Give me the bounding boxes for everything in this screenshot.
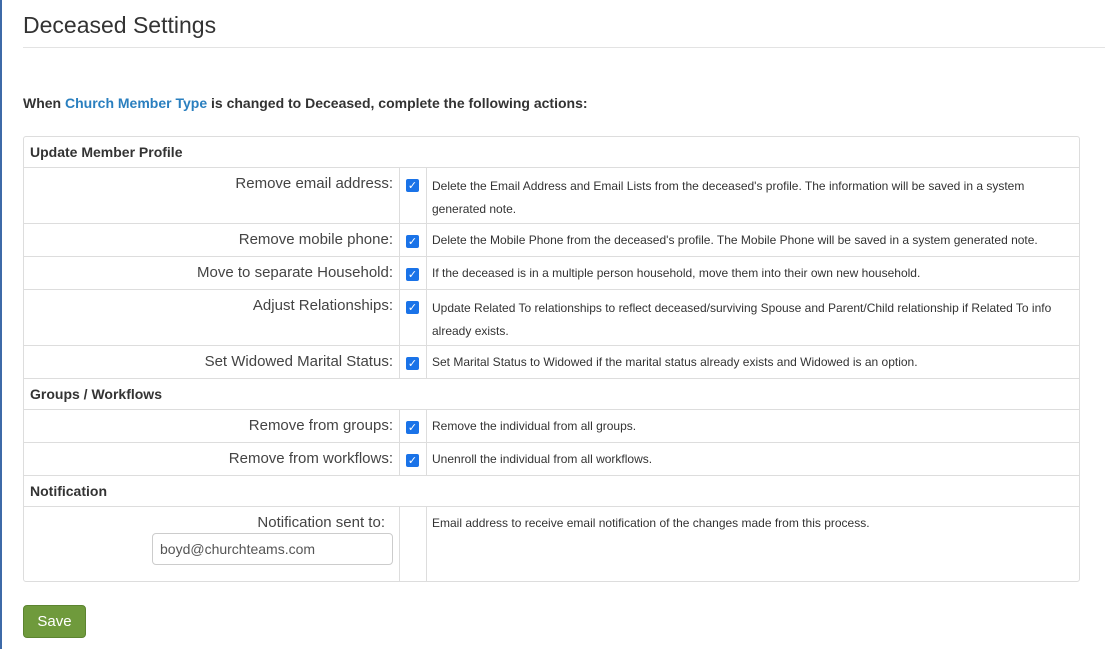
page-title: Deceased Settings	[23, 12, 217, 38]
row-notification: Notification sent to: Email address to r…	[24, 507, 1079, 581]
setting-label: Set Widowed Marital Status:	[24, 346, 400, 378]
settings-table: Update Member Profile Remove email addre…	[23, 136, 1080, 582]
checkbox-cell: ✓	[400, 443, 427, 475]
setting-description: Delete the Email Address and Email Lists…	[432, 179, 1025, 216]
title-divider	[23, 47, 1105, 48]
setting-label: Remove mobile phone:	[24, 224, 400, 256]
church-member-type-link[interactable]: Church Member Type	[65, 95, 207, 111]
setting-label: Move to separate Household:	[24, 257, 400, 289]
setting-description: Email address to receive email notificat…	[432, 516, 870, 530]
notification-email-input[interactable]	[152, 533, 393, 565]
notification-label: Notification sent to:	[257, 514, 385, 531]
setting-label: Remove from workflows:	[24, 443, 400, 475]
remove-email-checkbox[interactable]: ✓	[406, 179, 419, 192]
setting-label: Notification sent to:	[24, 507, 400, 581]
row-adjust-relationships: Adjust Relationships: ✓ Update Related T…	[24, 290, 1079, 346]
intro-prefix: When	[23, 95, 65, 111]
save-button[interactable]: Save	[23, 605, 86, 638]
setting-label: Adjust Relationships:	[24, 290, 400, 345]
setting-description: If the deceased is in a multiple person …	[432, 266, 921, 280]
setting-description: Remove the individual from all groups.	[432, 419, 637, 433]
remove-groups-checkbox[interactable]: ✓	[406, 421, 419, 434]
setting-description: Delete the Mobile Phone from the decease…	[432, 233, 1038, 247]
row-remove-mobile-phone: Remove mobile phone: ✓ Delete the Mobile…	[24, 224, 1079, 257]
checkbox-cell: ✓	[400, 346, 427, 378]
row-remove-workflows: Remove from workflows: ✓ Unenroll the in…	[24, 443, 1079, 476]
remove-mobile-phone-checkbox[interactable]: ✓	[406, 235, 419, 248]
left-edge-border	[0, 0, 2, 649]
checkbox-cell: ✓	[400, 257, 427, 289]
checkbox-cell: ✓	[400, 224, 427, 256]
row-remove-groups: Remove from groups: ✓ Remove the individ…	[24, 410, 1079, 443]
row-remove-email: Remove email address: ✓ Delete the Email…	[24, 168, 1079, 224]
setting-label: Remove email address:	[24, 168, 400, 223]
row-widowed-status: Set Widowed Marital Status: ✓ Set Marita…	[24, 346, 1079, 379]
setting-description: Update Related To relationships to refle…	[432, 301, 1052, 338]
section-heading-notification: Notification	[24, 476, 1079, 507]
checkbox-cell: ✓	[400, 168, 427, 223]
move-household-checkbox[interactable]: ✓	[406, 268, 419, 281]
row-move-household: Move to separate Household: ✓ If the dec…	[24, 257, 1079, 290]
intro-text: When Church Member Type is changed to De…	[23, 93, 588, 113]
empty-check-cell	[400, 507, 427, 581]
adjust-relationships-checkbox[interactable]: ✓	[406, 301, 419, 314]
remove-workflows-checkbox[interactable]: ✓	[406, 454, 419, 467]
setting-label: Remove from groups:	[24, 410, 400, 442]
section-heading-update-member-profile: Update Member Profile	[24, 137, 1079, 168]
section-heading-groups-workflows: Groups / Workflows	[24, 379, 1079, 410]
widowed-status-checkbox[interactable]: ✓	[406, 357, 419, 370]
intro-suffix: is changed to Deceased, complete the fol…	[207, 95, 588, 111]
checkbox-cell: ✓	[400, 410, 427, 442]
checkbox-cell: ✓	[400, 290, 427, 345]
setting-description: Set Marital Status to Widowed if the mar…	[432, 355, 918, 369]
setting-description: Unenroll the individual from all workflo…	[432, 452, 653, 466]
